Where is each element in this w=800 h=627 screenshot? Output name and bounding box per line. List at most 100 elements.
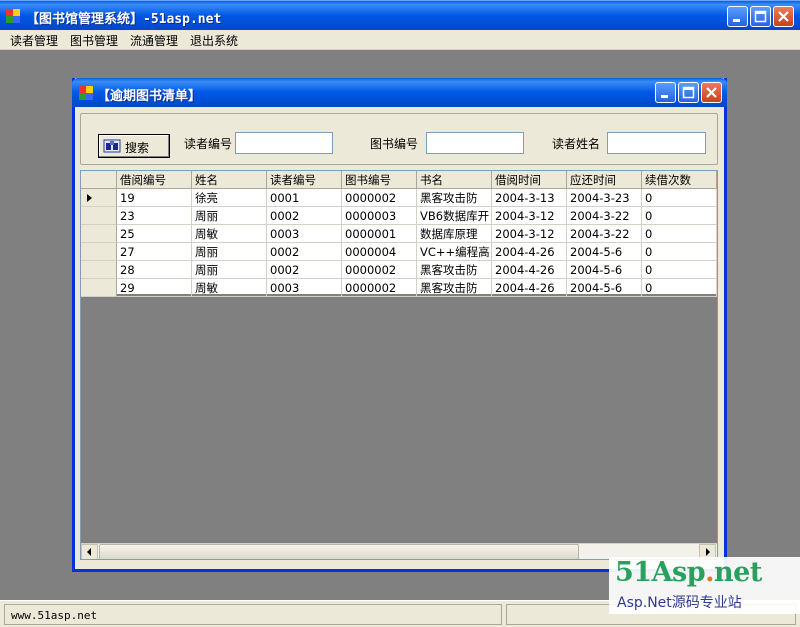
- child-maximize-button[interactable]: [678, 82, 699, 103]
- maximize-icon: [682, 86, 695, 99]
- table-cell[interactable]: 0002: [267, 207, 342, 225]
- menu-circulation-management[interactable]: 流通管理: [130, 32, 178, 49]
- table-cell[interactable]: 27: [117, 243, 192, 261]
- row-header[interactable]: [81, 225, 117, 243]
- scroll-left-button[interactable]: [81, 544, 98, 559]
- table-cell[interactable]: 0000004: [342, 243, 417, 261]
- table-cell[interactable]: 29: [117, 279, 192, 297]
- row-header[interactable]: [81, 261, 117, 279]
- minimize-icon: [661, 95, 668, 98]
- search-binoculars-icon: [103, 139, 121, 153]
- menu-reader-management[interactable]: 读者管理: [10, 32, 58, 49]
- row-header[interactable]: [81, 279, 117, 297]
- watermark-subtitle: Asp.Net源码专业站: [617, 595, 742, 611]
- table-cell[interactable]: 0: [642, 243, 717, 261]
- minimize-button[interactable]: [727, 6, 748, 27]
- table-cell[interactable]: 0003: [267, 279, 342, 297]
- table-cell[interactable]: 2004-4-26: [492, 261, 567, 279]
- table-cell[interactable]: 0: [642, 189, 717, 207]
- watermark-logo: 51Asp.net: [615, 557, 762, 588]
- reader-id-input[interactable]: [235, 132, 333, 154]
- child-title-bar[interactable]: 【逾期图书清单】: [72, 78, 727, 107]
- table-cell[interactable]: 黑客攻击防: [417, 279, 492, 297]
- close-icon: [706, 87, 717, 98]
- table-cell[interactable]: 2004-3-22: [567, 225, 642, 243]
- table-cell[interactable]: 23: [117, 207, 192, 225]
- table-cell[interactable]: 0001: [267, 189, 342, 207]
- table-cell[interactable]: 0: [642, 225, 717, 243]
- app-icon: [6, 9, 20, 23]
- grid-content: 借阅编号 姓名 读者编号 图书编号 书名 借阅时间 应还时间 续借次数 19 徐亮 0001 0000…: [81, 171, 717, 297]
- main-title-bar[interactable]: 【图书馆管理系统】-51asp.net: [0, 0, 800, 30]
- table-cell[interactable]: 周丽: [192, 261, 267, 279]
- maximize-icon: [754, 10, 767, 23]
- table-cell[interactable]: 2004-5-6: [567, 279, 642, 297]
- table-cell[interactable]: 2004-4-26: [492, 279, 567, 297]
- table-cell[interactable]: 2004-3-22: [567, 207, 642, 225]
- close-icon: [778, 11, 789, 22]
- table-cell[interactable]: 周丽: [192, 243, 267, 261]
- reader-id-label: 读者编号: [184, 137, 233, 151]
- row-header[interactable]: [81, 189, 117, 207]
- maximize-button[interactable]: [750, 6, 771, 27]
- column-header[interactable]: 应还时间: [567, 171, 642, 189]
- row-header[interactable]: [81, 243, 117, 261]
- table-cell[interactable]: 0000002: [342, 189, 417, 207]
- close-button[interactable]: [773, 6, 794, 27]
- table-cell[interactable]: 2004-3-23: [567, 189, 642, 207]
- table-cell[interactable]: 0003: [267, 225, 342, 243]
- menu-book-management[interactable]: 图书管理: [70, 32, 118, 49]
- table-cell[interactable]: VC++编程高: [417, 243, 492, 261]
- table-cell[interactable]: 2004-4-26: [492, 243, 567, 261]
- table-cell[interactable]: 黑客攻击防: [417, 189, 492, 207]
- table-cell[interactable]: 0000002: [342, 279, 417, 297]
- table-cell[interactable]: 0002: [267, 261, 342, 279]
- column-header[interactable]: 借阅时间: [492, 171, 567, 189]
- column-header[interactable]: 书名: [417, 171, 492, 189]
- table-cell[interactable]: 28: [117, 261, 192, 279]
- overdue-books-grid[interactable]: 借阅编号 姓名 读者编号 图书编号 书名 借阅时间 应还时间 续借次数 19 徐亮 0001 0000…: [80, 170, 718, 560]
- table-cell[interactable]: 25: [117, 225, 192, 243]
- table-cell[interactable]: 周丽: [192, 207, 267, 225]
- watermark: 51Asp.net Asp.Net源码专业站: [609, 557, 800, 614]
- arrow-left-icon: [87, 548, 91, 556]
- search-panel: 搜索 读者编号 图书编号 读者姓名: [80, 113, 718, 165]
- child-close-button[interactable]: [701, 82, 722, 103]
- table-cell[interactable]: 周敏: [192, 279, 267, 297]
- table-cell[interactable]: 2004-3-12: [492, 207, 567, 225]
- table-cell[interactable]: 0: [642, 207, 717, 225]
- table-cell[interactable]: 2004-3-13: [492, 189, 567, 207]
- minimize-icon: [733, 19, 740, 22]
- book-id-input[interactable]: [426, 132, 524, 154]
- table-cell[interactable]: 0000003: [342, 207, 417, 225]
- table-cell[interactable]: 0000001: [342, 225, 417, 243]
- column-header[interactable]: 读者编号: [267, 171, 342, 189]
- table-cell[interactable]: 黑客攻击防: [417, 261, 492, 279]
- table-cell[interactable]: 数据库原理: [417, 225, 492, 243]
- table-cell[interactable]: VB6数据库开: [417, 207, 492, 225]
- table-cell[interactable]: 2004-5-6: [567, 243, 642, 261]
- overdue-books-window: 【逾期图书清单】 搜索 读者编号 图书编号 读者姓名 借阅编号 姓名 读者编号 …: [72, 78, 727, 572]
- table-cell[interactable]: 徐亮: [192, 189, 267, 207]
- column-header[interactable]: 借阅编号: [117, 171, 192, 189]
- table-cell[interactable]: 0002: [267, 243, 342, 261]
- table-cell[interactable]: 19: [117, 189, 192, 207]
- menu-exit-system[interactable]: 退出系统: [190, 32, 238, 49]
- table-cell[interactable]: 周敏: [192, 225, 267, 243]
- table-cell[interactable]: 0000002: [342, 261, 417, 279]
- book-id-label: 图书编号: [370, 137, 419, 151]
- reader-name-label: 读者姓名: [552, 137, 601, 151]
- column-header[interactable]: 姓名: [192, 171, 267, 189]
- row-header[interactable]: [81, 207, 117, 225]
- table-cell[interactable]: 0: [642, 261, 717, 279]
- child-minimize-button[interactable]: [655, 82, 676, 103]
- table-cell[interactable]: 2004-3-12: [492, 225, 567, 243]
- reader-name-input[interactable]: [607, 132, 706, 154]
- column-header[interactable]: 图书编号: [342, 171, 417, 189]
- column-header[interactable]: 续借次数: [642, 171, 717, 189]
- table-cell[interactable]: 0: [642, 279, 717, 297]
- table-cell[interactable]: 2004-5-6: [567, 261, 642, 279]
- search-button[interactable]: 搜索: [98, 134, 170, 158]
- scrollbar-thumb[interactable]: [99, 544, 579, 559]
- grid-corner-header: [81, 171, 117, 189]
